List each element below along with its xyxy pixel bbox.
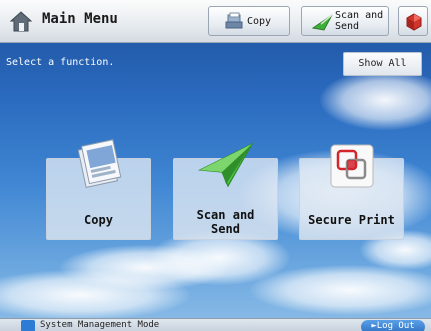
copy-tile-label: Copy: [84, 213, 113, 227]
scan-send-tile-label-1: Scan and: [196, 208, 255, 222]
copy-icon: [77, 139, 122, 188]
logout-label: Log Out: [376, 321, 415, 331]
logout-button[interactable]: ►Log Out: [361, 320, 425, 331]
scan-send-icon: [198, 142, 254, 188]
page-title: Main Menu: [42, 11, 118, 27]
main-menu-screen: Main Menu Copy Scan and Send Select a fu…: [0, 0, 431, 331]
home-button[interactable]: [8, 8, 34, 34]
app-button[interactable]: [398, 6, 428, 36]
secure-print-tile-label: Secure Print: [308, 213, 395, 227]
instruction-message: Select a function.: [6, 57, 115, 68]
show-all-button[interactable]: Show All: [343, 52, 422, 76]
system-icon: [21, 320, 35, 331]
copy-icon: [225, 12, 243, 29]
scan-send-shortcut-label-1: Scan and: [335, 10, 384, 21]
system-mode-text: System Management Mode: [40, 320, 160, 330]
scan-send-shortcut-button[interactable]: Scan and Send: [301, 6, 389, 36]
cloud-decoration: [250, 265, 431, 315]
cloud-decoration: [320, 70, 431, 130]
scan-send-shortcut-label-2: Send: [335, 21, 360, 32]
home-icon: [9, 11, 33, 32]
title-bar: Main Menu Copy Scan and Send: [0, 0, 431, 43]
status-bar: System Management Mode ►Log Out: [0, 318, 431, 331]
cloud-decoration: [0, 270, 190, 320]
scan-send-tile-label-2: Send: [211, 222, 240, 236]
app-icon: [406, 13, 422, 31]
copy-shortcut-label: Copy: [247, 16, 272, 27]
copy-shortcut-button[interactable]: Copy: [208, 6, 290, 36]
secure-print-icon: [330, 144, 374, 188]
scan-send-icon: [312, 14, 333, 31]
